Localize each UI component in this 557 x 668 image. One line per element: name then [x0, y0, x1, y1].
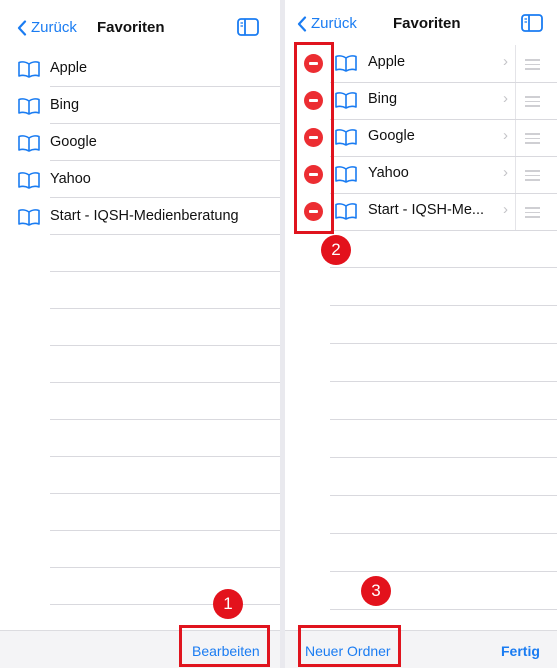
row-separator [50, 160, 280, 161]
row-separator [330, 119, 557, 120]
empty-row-separator [330, 343, 557, 344]
book-icon [18, 61, 40, 78]
list-item[interactable]: Yahoo [0, 161, 280, 198]
empty-row-separator [50, 382, 280, 383]
reorder-grip-icon[interactable] [525, 207, 540, 221]
item-label: Google [50, 134, 97, 150]
book-icon [335, 166, 357, 183]
empty-row-separator [330, 495, 557, 496]
back-label: Zurück [311, 15, 357, 32]
right-panel: Zurück Favoriten Apple › Bing › Google › [285, 0, 557, 668]
back-button[interactable]: Zurück [297, 15, 357, 32]
empty-row-separator [330, 571, 557, 572]
empty-row-separator [330, 381, 557, 382]
chevron-right-icon: › [503, 201, 508, 218]
chevron-right-icon: › [503, 164, 508, 181]
row-separator [330, 156, 557, 157]
empty-row-separator [50, 493, 280, 494]
item-label: Google [368, 128, 415, 144]
row-separator [50, 86, 280, 87]
column-divider [515, 156, 516, 193]
empty-row-separator [330, 419, 557, 420]
reorder-grip-icon[interactable] [525, 96, 540, 110]
empty-row-separator [330, 533, 557, 534]
highlight-delete-buttons [294, 42, 334, 234]
empty-row-separator [330, 305, 557, 306]
row-separator [50, 234, 280, 235]
row-separator [330, 193, 557, 194]
book-icon [18, 98, 40, 115]
chevron-left-icon [297, 15, 307, 32]
chevron-right-icon: › [503, 127, 508, 144]
list-item[interactable]: Google [0, 124, 280, 161]
empty-row-separator [50, 308, 280, 309]
page-title: Favoriten [393, 15, 461, 32]
item-label: Yahoo [50, 171, 91, 187]
left-panel: Zurück Favoriten Apple Bing Google Yahoo… [0, 0, 280, 668]
column-divider [515, 45, 516, 82]
empty-row-separator [50, 530, 280, 531]
book-icon [335, 129, 357, 146]
book-icon [18, 172, 40, 189]
empty-row-separator [50, 345, 280, 346]
done-button[interactable]: Fertig [501, 643, 540, 659]
item-label: Start - IQSH-Me... [368, 202, 485, 218]
empty-row-separator [50, 271, 280, 272]
column-divider [515, 82, 516, 119]
chevron-right-icon: › [503, 90, 508, 107]
list-item[interactable]: Start - IQSH-Medienberatung [0, 198, 280, 235]
empty-row-separator [330, 267, 557, 268]
empty-row-separator [50, 456, 280, 457]
item-label: Apple [368, 54, 406, 70]
item-label: Bing [50, 97, 80, 113]
item-label: Start - IQSH-Medienberatung [50, 208, 239, 224]
column-divider [515, 193, 516, 230]
sidebar-icon[interactable] [521, 14, 543, 32]
item-label: Yahoo [368, 165, 409, 181]
empty-row-separator [50, 419, 280, 420]
empty-row-separator [50, 604, 280, 605]
item-label: Bing [368, 91, 398, 107]
empty-row-separator [330, 457, 557, 458]
sidebar-icon[interactable] [237, 18, 259, 36]
empty-row-separator [50, 567, 280, 568]
list-item[interactable]: Apple [0, 50, 280, 87]
row-separator [50, 197, 280, 198]
book-icon [335, 92, 357, 109]
reorder-grip-icon[interactable] [525, 133, 540, 147]
highlight-edit-button [179, 625, 270, 667]
chevron-right-icon: › [503, 53, 508, 70]
highlight-new-folder-button [298, 625, 401, 667]
book-icon [18, 135, 40, 152]
reorder-grip-icon[interactable] [525, 59, 540, 73]
reorder-grip-icon[interactable] [525, 170, 540, 184]
back-button[interactable]: Zurück [17, 19, 77, 36]
row-separator [330, 230, 557, 231]
book-icon [18, 209, 40, 226]
nav-bar: Zurück Favoriten [0, 0, 280, 56]
step-badge-3: 3 [361, 576, 391, 606]
row-separator [330, 82, 557, 83]
chevron-left-icon [17, 19, 27, 36]
page-title: Favoriten [97, 19, 165, 36]
item-label: Apple [50, 60, 88, 76]
column-divider [515, 119, 516, 156]
step-badge-1: 1 [213, 589, 243, 619]
row-separator [50, 123, 280, 124]
book-icon [335, 203, 357, 220]
book-icon [335, 55, 357, 72]
step-badge-2: 2 [321, 235, 351, 265]
list-item[interactable]: Bing [0, 87, 280, 124]
empty-row-separator [330, 609, 557, 610]
back-label: Zurück [31, 19, 77, 36]
